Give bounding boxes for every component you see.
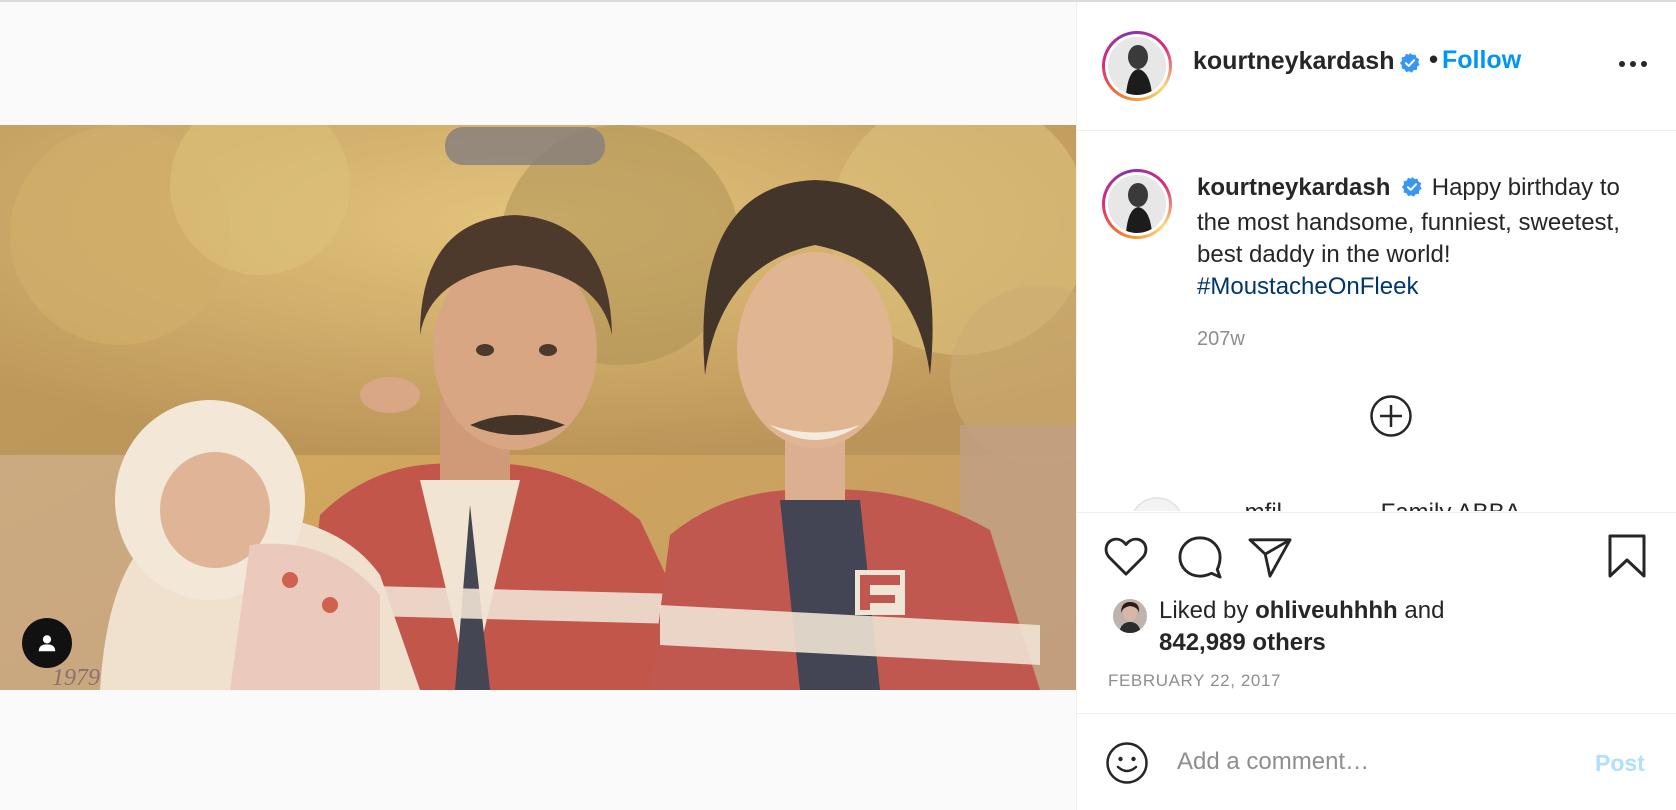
comment-bubble-icon — [1178, 536, 1222, 579]
liked-by-prefix: Liked by — [1159, 597, 1249, 624]
comments-section: kourtneykardash Happy birthday to the mo… — [1077, 132, 1676, 511]
load-more-comments-button[interactable] — [1369, 394, 1413, 438]
avatar-photo — [1108, 175, 1166, 233]
more-options-button[interactable] — [1618, 54, 1648, 74]
caption-username[interactable]: kourtneykardash — [1197, 174, 1390, 201]
tagged-users-button[interactable] — [22, 618, 72, 668]
caption-avatar[interactable] — [1102, 169, 1172, 239]
liked-by-avatar[interactable] — [1113, 599, 1147, 633]
comment-input[interactable] — [1177, 738, 1557, 786]
liked-by-others[interactable]: 842,989 others — [1159, 629, 1326, 656]
heart-icon — [1104, 537, 1148, 576]
likes-summary: Liked by ohliveuhhhh and 842,989 others — [1159, 595, 1444, 659]
verified-badge-icon — [1401, 175, 1423, 207]
post-age[interactable]: 207w — [1197, 328, 1245, 351]
avatar-photo — [1108, 37, 1166, 95]
post-actions: Liked by ohliveuhhhh and 842,989 others … — [1077, 512, 1676, 712]
post-caption: kourtneykardash Happy birthday to the mo… — [1197, 172, 1642, 303]
paper-plane-icon — [1248, 538, 1292, 578]
caption-hashtag[interactable]: #MoustacheOnFleek — [1197, 273, 1418, 300]
share-button[interactable] — [1247, 536, 1293, 583]
partial-comment-text: … mfil … … … Family ABBA — [1214, 499, 1521, 511]
liked-by-connector: and — [1404, 597, 1445, 624]
partial-comment-row: … mfil … … … Family ABBA — [1102, 497, 1662, 511]
emoji-smile-icon — [1106, 742, 1148, 784]
like-button[interactable] — [1103, 535, 1149, 582]
post-side-panel: kourtneykardash • Follow kourtneykardash… — [1076, 2, 1676, 810]
follow-button[interactable]: Follow — [1442, 46, 1521, 75]
emoji-button[interactable] — [1105, 741, 1149, 785]
more-horizontal-icon — [1619, 61, 1647, 67]
comment-avatar[interactable] — [1130, 497, 1184, 511]
add-comment-bar: Post — [1077, 713, 1676, 810]
verified-badge-icon — [1399, 52, 1421, 79]
avatar-photo — [1113, 599, 1147, 633]
bookmark-icon — [1608, 534, 1646, 578]
liked-by-user[interactable]: ohliveuhhhh — [1255, 597, 1398, 624]
post-comment-button[interactable]: Post — [1595, 750, 1645, 777]
media-area: 1979 — [0, 2, 1076, 810]
header-separator: • — [1429, 44, 1439, 74]
user-tag-icon — [38, 635, 56, 652]
post-date[interactable]: FEBRUARY 22, 2017 — [1108, 671, 1281, 691]
plus-circle-icon — [1370, 395, 1412, 437]
comment-button[interactable] — [1177, 535, 1223, 584]
header-username[interactable]: kourtneykardash — [1193, 47, 1394, 76]
header-avatar[interactable] — [1102, 31, 1172, 101]
post-photo[interactable]: 1979 — [0, 125, 1076, 690]
post-header: kourtneykardash • Follow — [1077, 2, 1676, 131]
save-button[interactable] — [1607, 533, 1647, 584]
svg-text:1979: 1979 — [52, 665, 100, 690]
